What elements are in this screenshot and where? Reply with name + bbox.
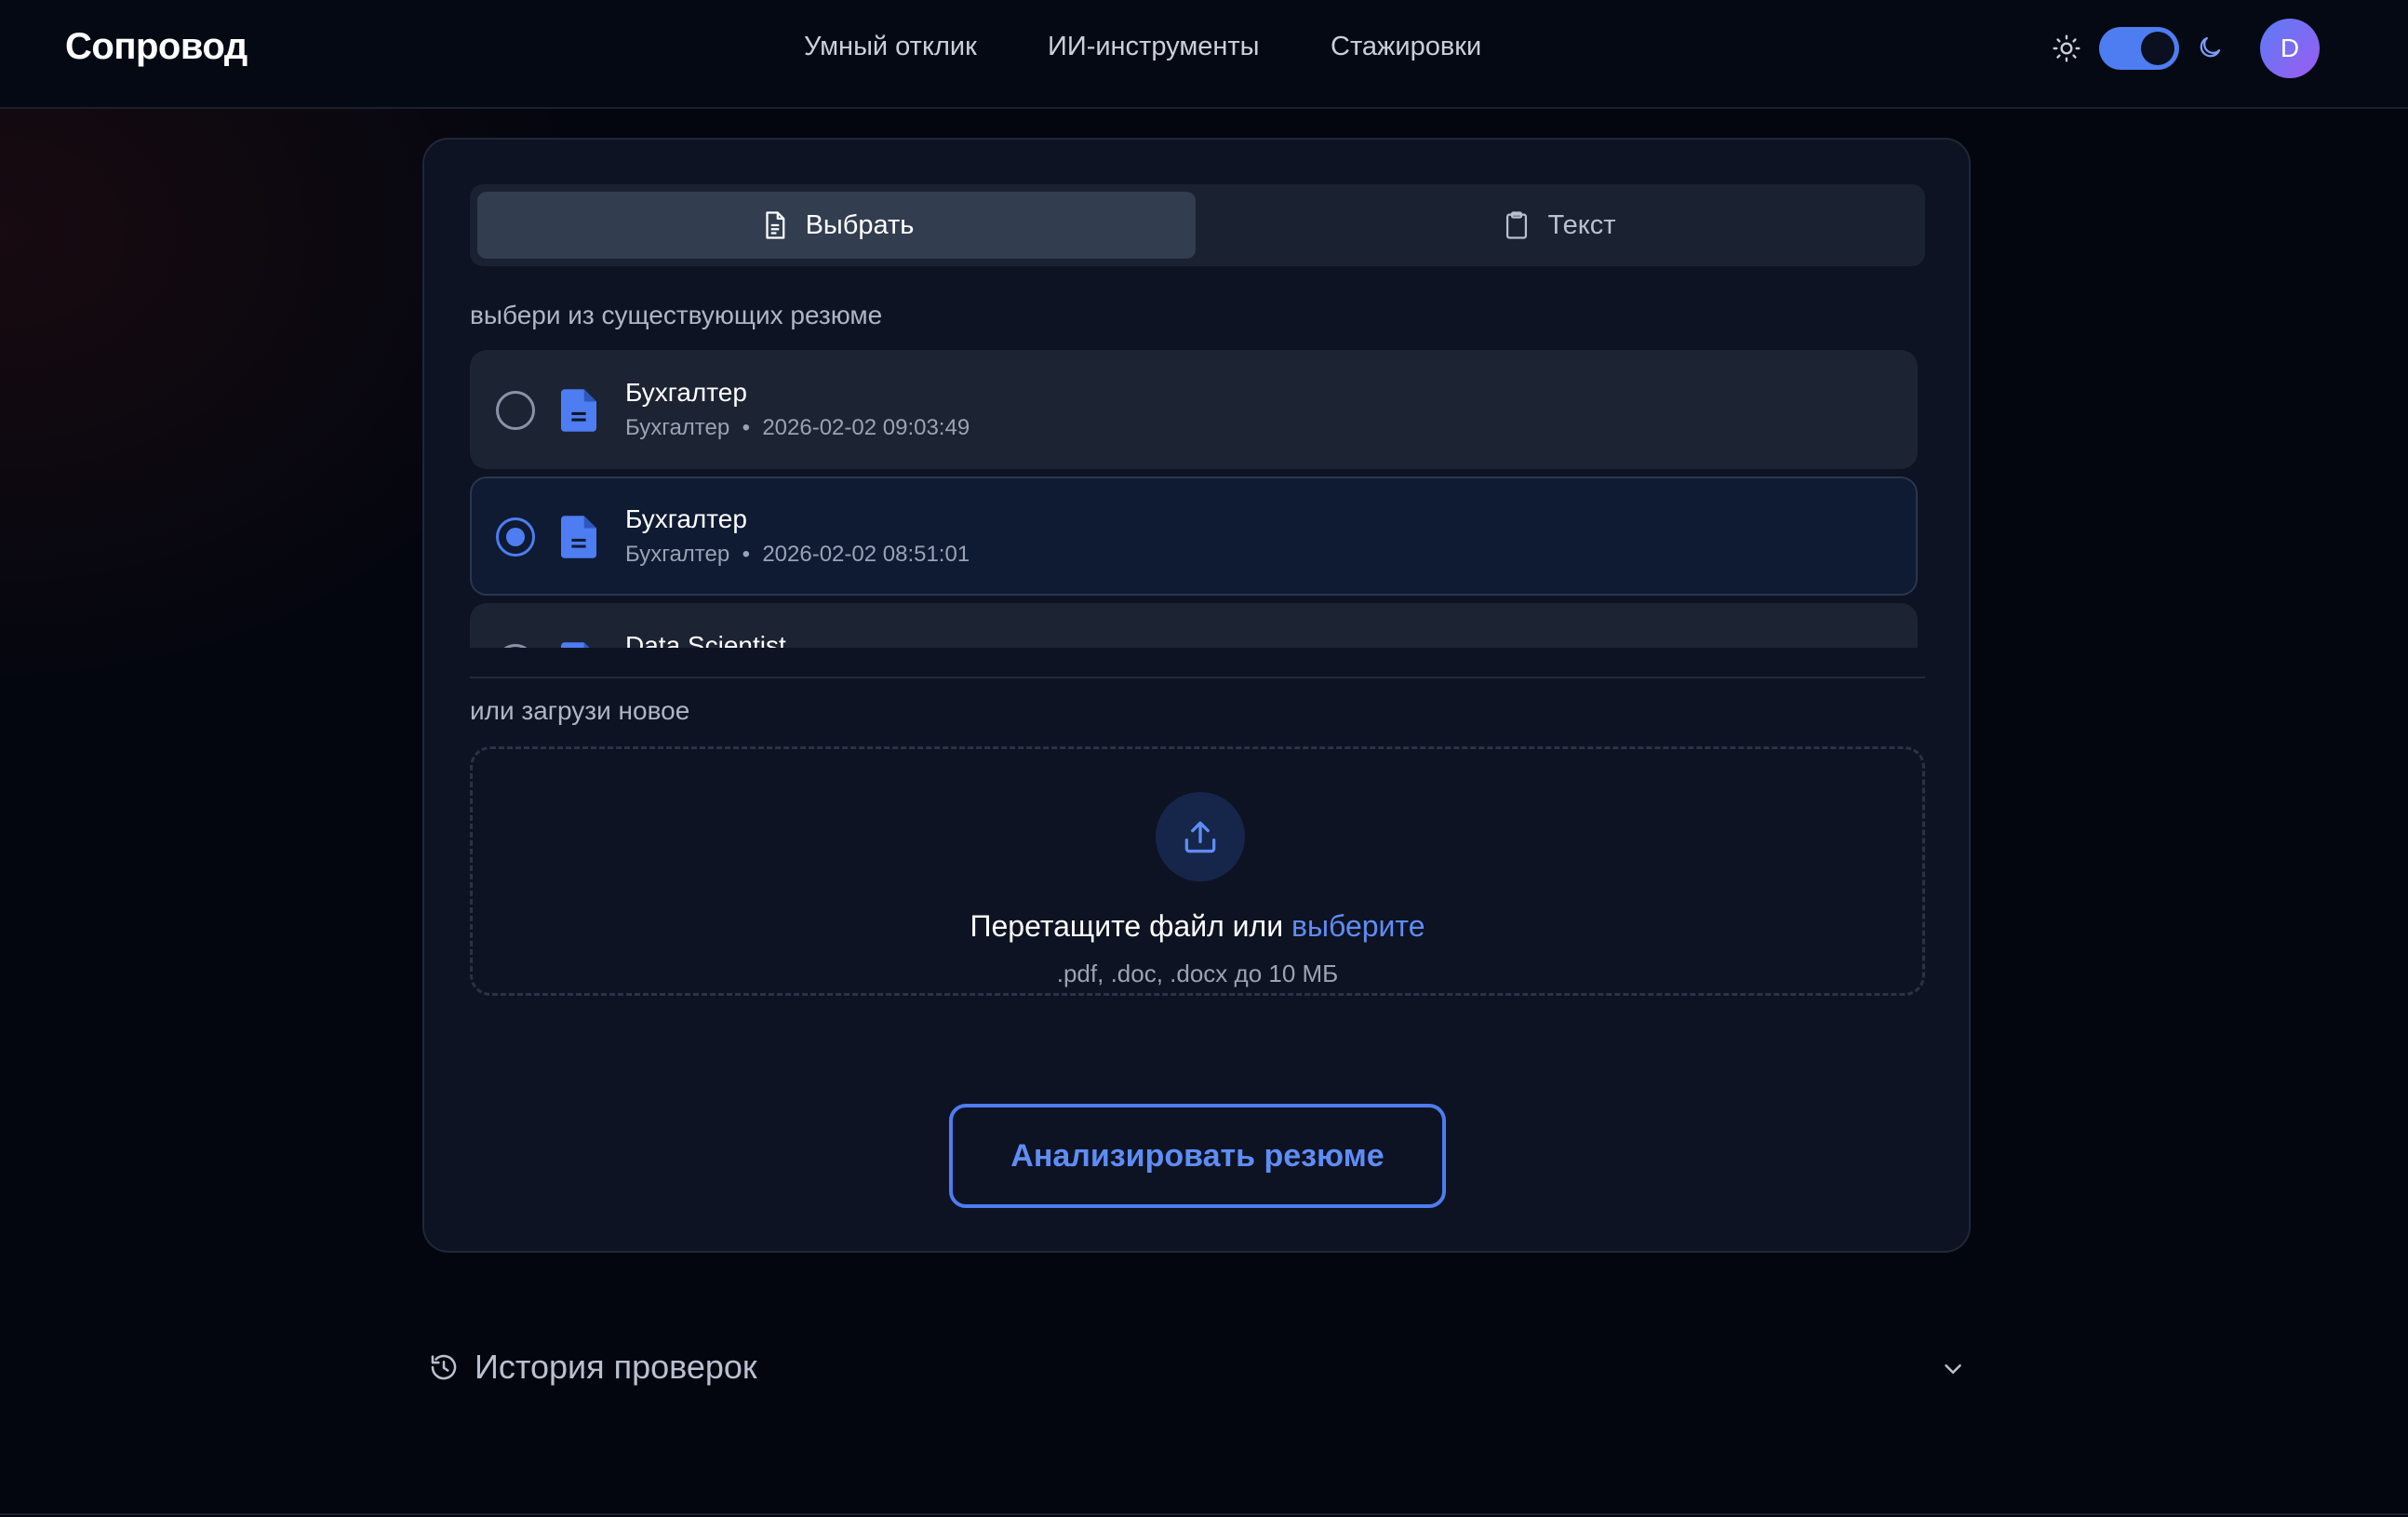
tab-text-label: Текст <box>1547 209 1616 240</box>
resume-title: Data Scientist <box>625 631 786 648</box>
meta-separator: • <box>742 542 750 567</box>
document-icon <box>561 516 596 558</box>
resume-meta: Бухгалтер • 2026-02-02 09:03:49 <box>625 415 970 441</box>
nav-ai-tools[interactable]: ИИ-инструменты <box>1048 32 1260 62</box>
resume-item[interactable]: Бухгалтер Бухгалтер • 2026-02-02 09:03:4… <box>470 350 1918 469</box>
clipboard-icon <box>1506 211 1528 239</box>
drop-instructions: Перетащите файл или выберите <box>473 909 1922 944</box>
analyze-resume-button[interactable]: Анализировать резюме <box>949 1104 1446 1208</box>
resume-title: Бухгалтер <box>625 504 747 533</box>
resume-title: Бухгалтер <box>625 378 747 407</box>
upload-icon <box>1184 821 1216 853</box>
tab-text[interactable]: Текст <box>1199 192 1918 259</box>
nav-internships[interactable]: Стажировки <box>1331 32 1481 62</box>
top-header: Сопровод Умный отклик ИИ-инструменты Ста… <box>0 0 2408 109</box>
source-tabs: Выбрать Текст <box>470 184 1925 266</box>
user-avatar[interactable]: D <box>2260 19 2320 78</box>
resume-radio-checked[interactable] <box>496 517 535 557</box>
document-icon <box>561 389 596 432</box>
history-icon <box>431 1354 457 1380</box>
file-format-hint: .pdf, .doc, .docx до 10 МБ <box>1056 960 1339 987</box>
resume-radio[interactable] <box>496 644 535 648</box>
resume-meta: Бухгалтер • 2026-02-02 08:51:01 <box>625 542 970 568</box>
upload-button[interactable] <box>1156 792 1245 881</box>
meta-separator: • <box>742 415 750 440</box>
footer-divider <box>0 1513 2408 1515</box>
file-icon <box>765 211 784 239</box>
resume-list[interactable]: Бухгалтер Бухгалтер • 2026-02-02 09:03:4… <box>470 350 1918 648</box>
chevron-down-icon[interactable] <box>1939 1355 1967 1383</box>
file-dropzone[interactable]: Перетащите файл или выберите .pdf, .doc,… <box>470 746 1925 996</box>
sun-icon <box>2053 34 2080 62</box>
moon-icon <box>2200 36 2221 58</box>
tab-select[interactable]: Выбрать <box>477 192 1196 259</box>
resume-radio[interactable] <box>496 391 535 430</box>
choose-file-link[interactable]: выберите <box>1291 909 1425 943</box>
history-title: История проверок <box>475 1348 757 1386</box>
divider <box>470 677 1925 678</box>
history-accordion[interactable]: История проверок <box>428 1338 1967 1398</box>
resume-subtitle: Бухгалтер <box>625 415 730 440</box>
theme-toggle[interactable] <box>2099 27 2179 70</box>
drop-text: Перетащите файл или <box>970 909 1291 943</box>
resume-card: Выбрать Текст выбери из существующих рез… <box>422 138 1971 1253</box>
resume-subtitle: Бухгалтер <box>625 542 730 567</box>
logo[interactable]: Сопровод <box>65 26 247 68</box>
resume-item[interactable]: Data Scientist <box>470 603 1918 648</box>
resume-date: 2026-02-02 09:03:49 <box>762 415 970 440</box>
nav-smart-response[interactable]: Умный отклик <box>804 32 977 62</box>
resume-date: 2026-02-02 08:51:01 <box>762 542 970 567</box>
document-icon <box>561 642 590 648</box>
upload-new-label: или загрузи новое <box>470 696 690 725</box>
resume-item-selected[interactable]: Бухгалтер Бухгалтер • 2026-02-02 08:51:0… <box>470 477 1918 596</box>
existing-resumes-label: выбери из существующих резюме <box>470 301 883 329</box>
toggle-knob <box>2141 32 2174 65</box>
tab-select-label: Выбрать <box>805 209 915 240</box>
